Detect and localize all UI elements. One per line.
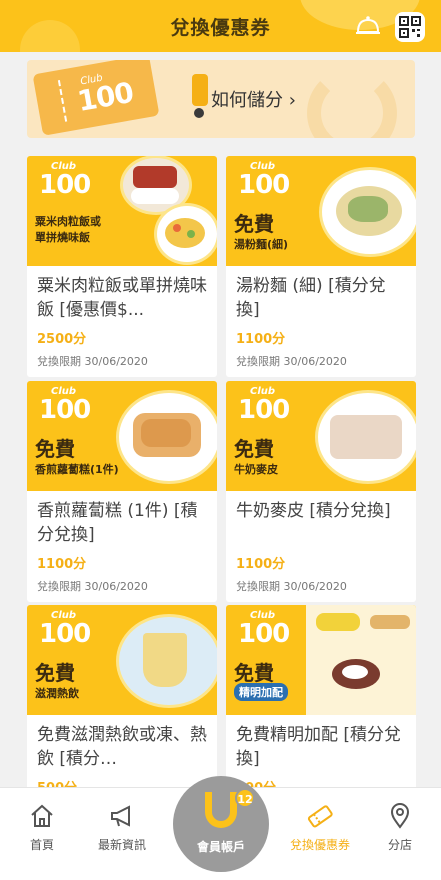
coupon-card[interactable]: Club 100 免費 精明加配 免費精明加配 [積分兌換] 500分 (226, 605, 416, 804)
tab-news[interactable]: 最新資訊 (82, 802, 162, 853)
free-label: 免費 (234, 437, 274, 461)
coupon-points: 1100分 (37, 557, 87, 572)
exclamation-icon (192, 74, 208, 106)
coupon-expiry: 兌換限期 30/06/2020 (236, 355, 347, 368)
coupon-image-caption: 湯粉麵(細) (234, 238, 289, 251)
screen: 兌換優惠券 Club 100 如何儲分 › Club 100 粟米肉粒飯或 單拼… (0, 0, 441, 880)
coupon-card[interactable]: Club 100 免費 香煎蘿蔔糕(1件) 香煎蘿蔔糕 (1件) [積分兌換] … (27, 381, 217, 602)
tab-member-account[interactable]: 12 會員帳戶 (173, 776, 269, 872)
coupon-details: 湯粉麵 (細) [積分兌換] 1100分 兌換限期 30/06/2020 (226, 266, 416, 377)
club100-logo: Club 100 (238, 386, 290, 425)
food-photo (318, 393, 416, 481)
exclamation-dot (194, 108, 204, 118)
coupon-title: 湯粉麵 (細) [積分兌換] (236, 276, 386, 320)
food-photo (123, 158, 189, 212)
coupon-image: Club 100 免費 香煎蘿蔔糕(1件) (27, 381, 217, 491)
food-photo (306, 605, 416, 715)
food-photo (157, 206, 217, 262)
tab-label: 分店 (387, 838, 412, 852)
tab-stores[interactable]: 分店 (360, 802, 440, 853)
coupon-card[interactable]: Club 100 免費 湯粉麵(細) 湯粉麵 (細) [積分兌換] 1100分 … (226, 156, 416, 377)
coupon-title: 香煎蘿蔔糕 (1件) [積分兌換] (37, 501, 198, 545)
coupon-card[interactable]: Club 100 免費 牛奶麥皮 牛奶麥皮 [積分兌換] 1100分 兌換限期 … (226, 381, 416, 602)
tab-coupons[interactable]: 兌換優惠券 (280, 802, 360, 853)
tab-label: 首頁 (29, 838, 54, 852)
how-to-earn-points-banner[interactable]: Club 100 如何儲分 › (27, 60, 415, 138)
coupon-card[interactable]: Club 100 粟米肉粒飯或 單拼燒味飯 粟米肉粒飯或單拼燒味飯 [優惠價$.… (27, 156, 217, 377)
coupon-image-caption: 香煎蘿蔔糕(1件) (35, 463, 119, 476)
coupon-image: Club 100 免費 湯粉麵(細) (226, 156, 416, 266)
header-bar: 兌換優惠券 (0, 0, 441, 52)
tab-label: 會員帳戶 (196, 840, 245, 854)
tab-label: 最新資訊 (97, 838, 146, 852)
coupon-points: 1100分 (236, 332, 286, 347)
coupon-title: 粟米肉粒飯或單拼燒味飯 [優惠價$... (37, 276, 207, 320)
coupon-card[interactable]: Club 100 免費 滋潤熱飲 免費滋潤熱飲或凍、熱飲 [積分… 500分 (27, 605, 217, 804)
coupon-image-caption: 牛奶麥皮 (234, 463, 278, 476)
club100-logo: Club 100 (39, 610, 91, 649)
banner-decoration (307, 68, 397, 138)
coupon-title: 免費滋潤熱飲或凍、熱飲 [積分… (37, 725, 207, 769)
free-label: 免費 (234, 661, 274, 685)
coupon-image: Club 100 粟米肉粒飯或 單拼燒味飯 (27, 156, 217, 266)
megaphone-icon (111, 805, 130, 827)
coupon-image: Club 100 免費 牛奶麥皮 (226, 381, 416, 491)
club100-ticket-graphic: Club 100 (32, 60, 160, 136)
bell-icon[interactable] (355, 14, 381, 38)
food-photo (322, 170, 416, 254)
coupon-expiry: 兌換限期 30/06/2020 (37, 355, 148, 368)
club100-logo: Club 100 (238, 610, 290, 649)
coupon-expiry: 兌換限期 30/06/2020 (37, 580, 148, 593)
coupon-details: 香煎蘿蔔糕 (1件) [積分兌換] 1100分 兌換限期 30/06/2020 (27, 491, 217, 602)
free-label: 免費 (35, 661, 75, 685)
coupon-title: 免費精明加配 [積分兌換] (236, 725, 402, 769)
tab-label: 兌換優惠券 (289, 838, 350, 852)
home-icon (31, 804, 53, 827)
coupon-image-caption: 精明加配 (234, 683, 288, 701)
coupon-image-caption: 粟米肉粒飯或 單拼燒味飯 (35, 215, 101, 244)
notification-badge: 12 (235, 788, 255, 808)
location-pin-icon (390, 803, 410, 829)
coupon-details: 牛奶麥皮 [積分兌換] 1100分 兌換限期 30/06/2020 (226, 491, 416, 602)
coupon-image: Club 100 免費 精明加配 (226, 605, 416, 715)
coupon-image-caption: 滋潤熱飲 (35, 687, 79, 700)
qr-code-icon[interactable] (395, 12, 425, 42)
coupon-icon (307, 805, 333, 828)
coupon-points: 2500分 (37, 332, 87, 347)
club100-logo: Club 100 (238, 161, 290, 200)
coupon-points: 1100分 (236, 557, 286, 572)
coupon-expiry: 兌換限期 30/06/2020 (236, 580, 347, 593)
free-label: 免費 (234, 212, 274, 236)
food-photo (119, 617, 217, 705)
coupon-title: 牛奶麥皮 [積分兌換] (236, 501, 391, 521)
club100-logo: Club 100 (39, 386, 91, 425)
free-label: 免費 (35, 437, 75, 461)
banner-text: 如何儲分 › (211, 90, 296, 111)
tab-home[interactable]: 首頁 (2, 802, 82, 853)
coupon-details: 粟米肉粒飯或單拼燒味飯 [優惠價$... 2500分 兌換限期 30/06/20… (27, 266, 217, 377)
u-logo-icon (205, 792, 237, 828)
food-photo (119, 393, 217, 481)
club100-logo: Club 100 (39, 161, 91, 200)
coupon-image: Club 100 免費 滋潤熱飲 (27, 605, 217, 715)
